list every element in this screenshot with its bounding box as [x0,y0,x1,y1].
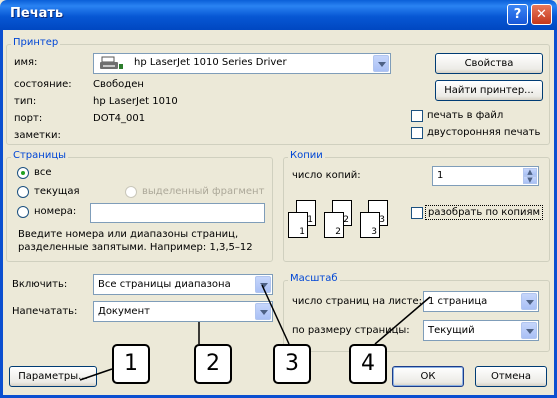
callout-1: 1 [112,344,150,384]
callout-2: 2 [194,344,232,384]
callout-3: 3 [273,344,311,384]
callout-pointers [79,284,431,381]
callout-4: 4 [349,344,387,384]
